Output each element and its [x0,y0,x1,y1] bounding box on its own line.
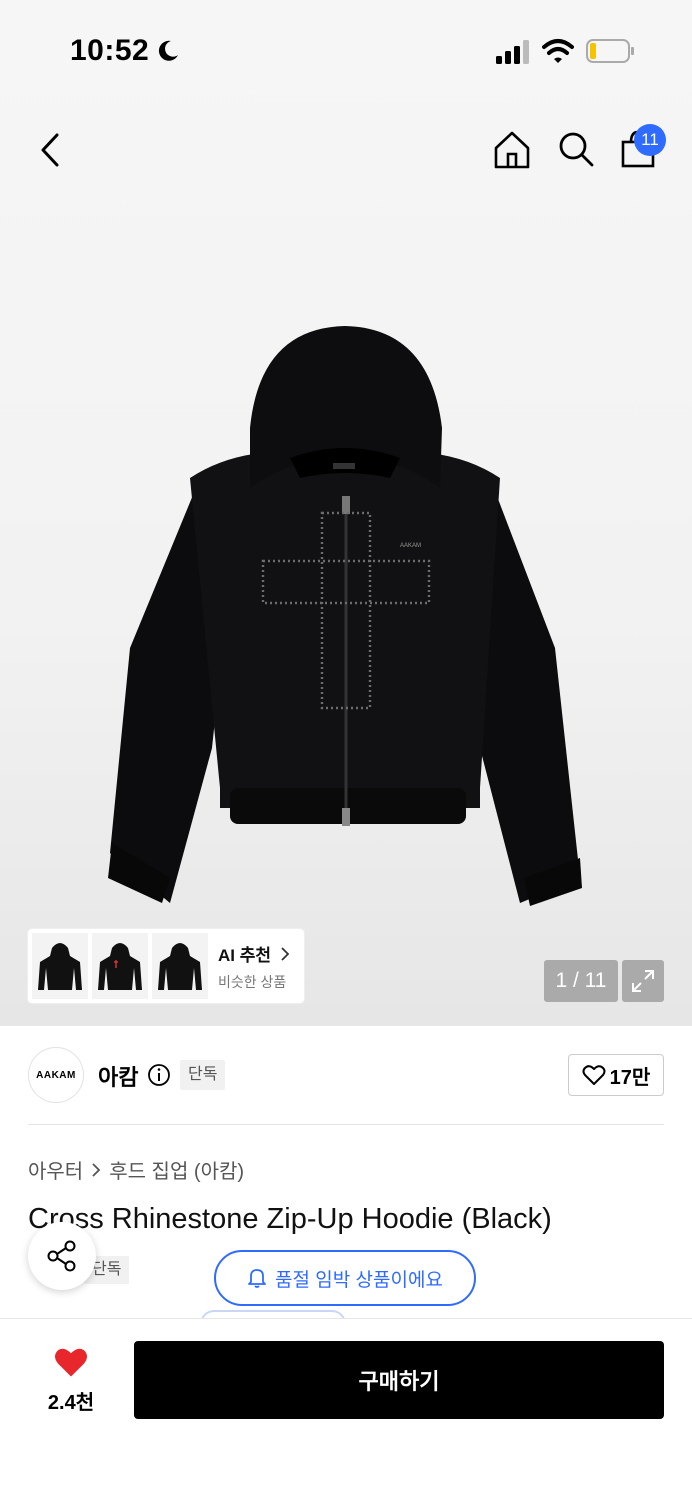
breadcrumb: 아우터 후드 집업 (아캄) [28,1155,244,1184]
product-title: Cross Rhinestone Zip-Up Hoodie (Black) [28,1203,552,1235]
expand-icon [632,970,654,992]
share-button[interactable] [28,1222,96,1290]
moon-icon [158,40,178,61]
search-button[interactable] [554,128,598,172]
breadcrumb-subcategory[interactable]: 후드 집업 (아캄) [109,1155,244,1184]
status-time: 10:52 [70,34,150,67]
hoodie-thumbnail-icon [38,943,82,990]
search-icon [559,132,594,167]
recommend-thumbnail[interactable] [152,933,208,999]
soldout-notice-pill[interactable]: 품절 임박 상품이에요 [214,1250,476,1306]
image-page-counter: 1 / 11 [544,960,618,1002]
svg-text:AAKAM: AAKAM [400,543,421,549]
expand-image-button[interactable] [622,960,664,1002]
divider [28,1124,664,1125]
brand-logo[interactable]: AAKAM [28,1047,84,1103]
recommend-thumbnail[interactable] [32,933,88,999]
info-icon[interactable] [147,1063,171,1087]
exclusive-tag: 단독 [180,1060,226,1090]
product-image: AAKAM [108,326,582,906]
wifi-icon [542,39,574,63]
ai-recommend-subtitle: 비슷한 상품 [218,973,287,990]
chevron-right-icon [281,946,290,961]
recommend-thumbnail[interactable] [92,933,148,999]
ai-recommend-title: AI 추천 [218,941,290,966]
cart-count-badge: 11 [634,124,666,156]
ai-recommend-card[interactable]: AI 추천 비슷한 상품 [28,929,304,1003]
share-icon [47,1240,76,1272]
battery-icon [586,39,634,63]
buy-button[interactable]: 구매하기 [134,1341,664,1419]
signal-icon [496,40,529,64]
home-button[interactable] [490,128,534,172]
back-icon [41,133,59,167]
wishlist-button[interactable]: 2.4천 [36,1344,106,1420]
brand-like-count: 17만 [609,1066,651,1089]
chevron-right-icon [92,1162,101,1177]
bell-icon [248,1269,266,1288]
status-bar: 10:52 [0,0,692,100]
hoodie-thumbnail-icon [158,943,202,990]
breadcrumb-category[interactable]: 아우터 [28,1155,83,1184]
home-icon [494,131,530,169]
hoodie-thumbnail-icon [98,943,142,990]
wishlist-count: 2.4천 [47,1392,95,1414]
soldout-notice-text: 품절 임박 상품이에요 [275,1269,443,1291]
brand-like-button[interactable]: 17만 [568,1054,664,1096]
brand-name[interactable]: 아캄 [98,1060,138,1092]
heart-outline-icon [582,1065,606,1085]
heart-filled-icon [55,1348,87,1377]
back-button[interactable] [30,128,70,172]
